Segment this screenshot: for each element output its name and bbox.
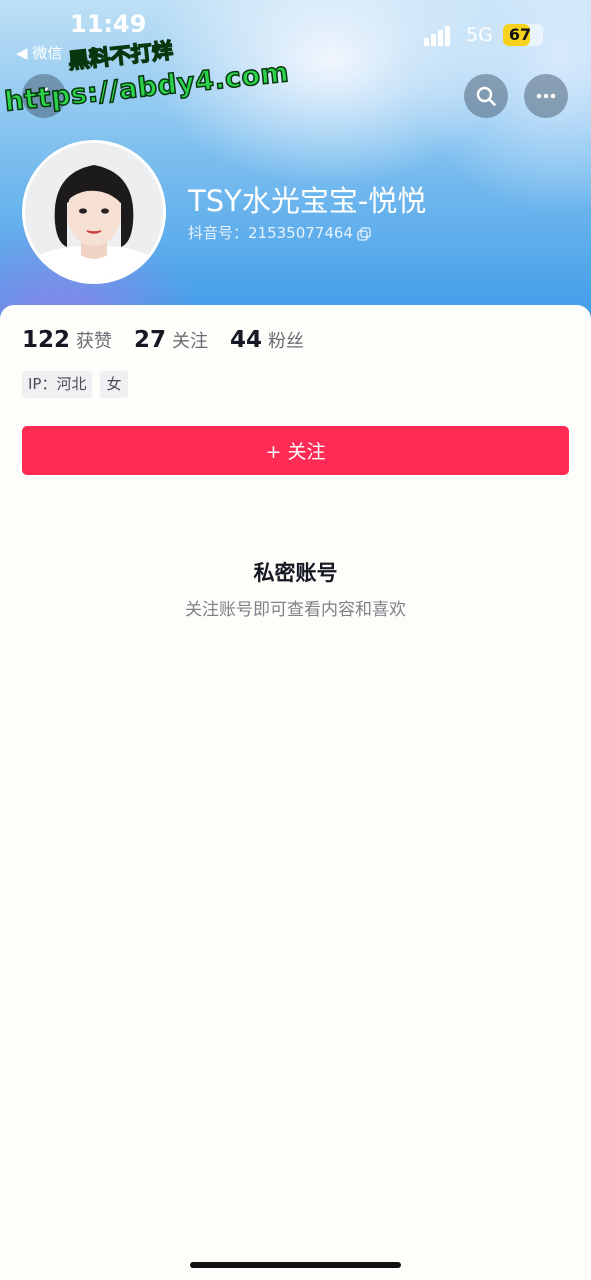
follow-button[interactable]: + 关注 (22, 426, 569, 475)
avatar-image (25, 143, 163, 281)
more-button[interactable] (524, 74, 568, 118)
stat-label: 关注 (172, 331, 209, 352)
stat-likes: 122 获赞 (22, 327, 112, 353)
nickname: TSY水光宝宝-悦悦 (188, 184, 427, 218)
stats-row: 122 获赞 27 关注 44 粉丝 (22, 327, 304, 353)
private-account-title: 私密账号 (253, 561, 338, 585)
search-button[interactable] (464, 74, 508, 118)
avatar[interactable] (22, 140, 166, 284)
douyin-id-text: 抖音号：21535077464 (188, 224, 353, 242)
search-icon (476, 86, 496, 106)
tag-ip-location: IP：河北 (22, 371, 93, 398)
watermark-brand: 黑料不打烊 (66, 38, 175, 74)
stat-following[interactable]: 27 关注 (134, 327, 208, 353)
douyin-id[interactable]: 抖音号：21535077464 (188, 222, 371, 243)
stat-followers[interactable]: 44 粉丝 (230, 327, 304, 353)
battery-icon: 67 (503, 24, 543, 46)
more-icon (536, 93, 556, 99)
stat-label: 粉丝 (268, 331, 305, 352)
stat-value: 122 (22, 327, 71, 353)
battery-percent: 67 (508, 25, 532, 44)
home-indicator[interactable] (190, 1262, 401, 1268)
profile-header: 11:49 ◀ 微信 5G 67 黑料不打烊 https://abdy4.com (0, 0, 591, 330)
stat-label: 获赞 (76, 331, 113, 352)
tag-gender: 女 (100, 371, 128, 398)
profile-tags: IP：河北 女 (22, 371, 128, 398)
copy-icon (357, 226, 371, 241)
stat-value: 44 (230, 327, 263, 353)
private-account-subtitle: 关注账号即可查看内容和喜欢 (185, 600, 406, 620)
watermark: 黑料不打烊 https://abdy4.com (2, 26, 291, 119)
profile-card: 122 获赞 27 关注 44 粉丝 IP：河北 女 + 关注 私密账号 关注账… (0, 305, 591, 1280)
network-type: 5G (466, 24, 493, 46)
stat-value: 27 (134, 327, 167, 353)
signal-icon (424, 24, 458, 46)
